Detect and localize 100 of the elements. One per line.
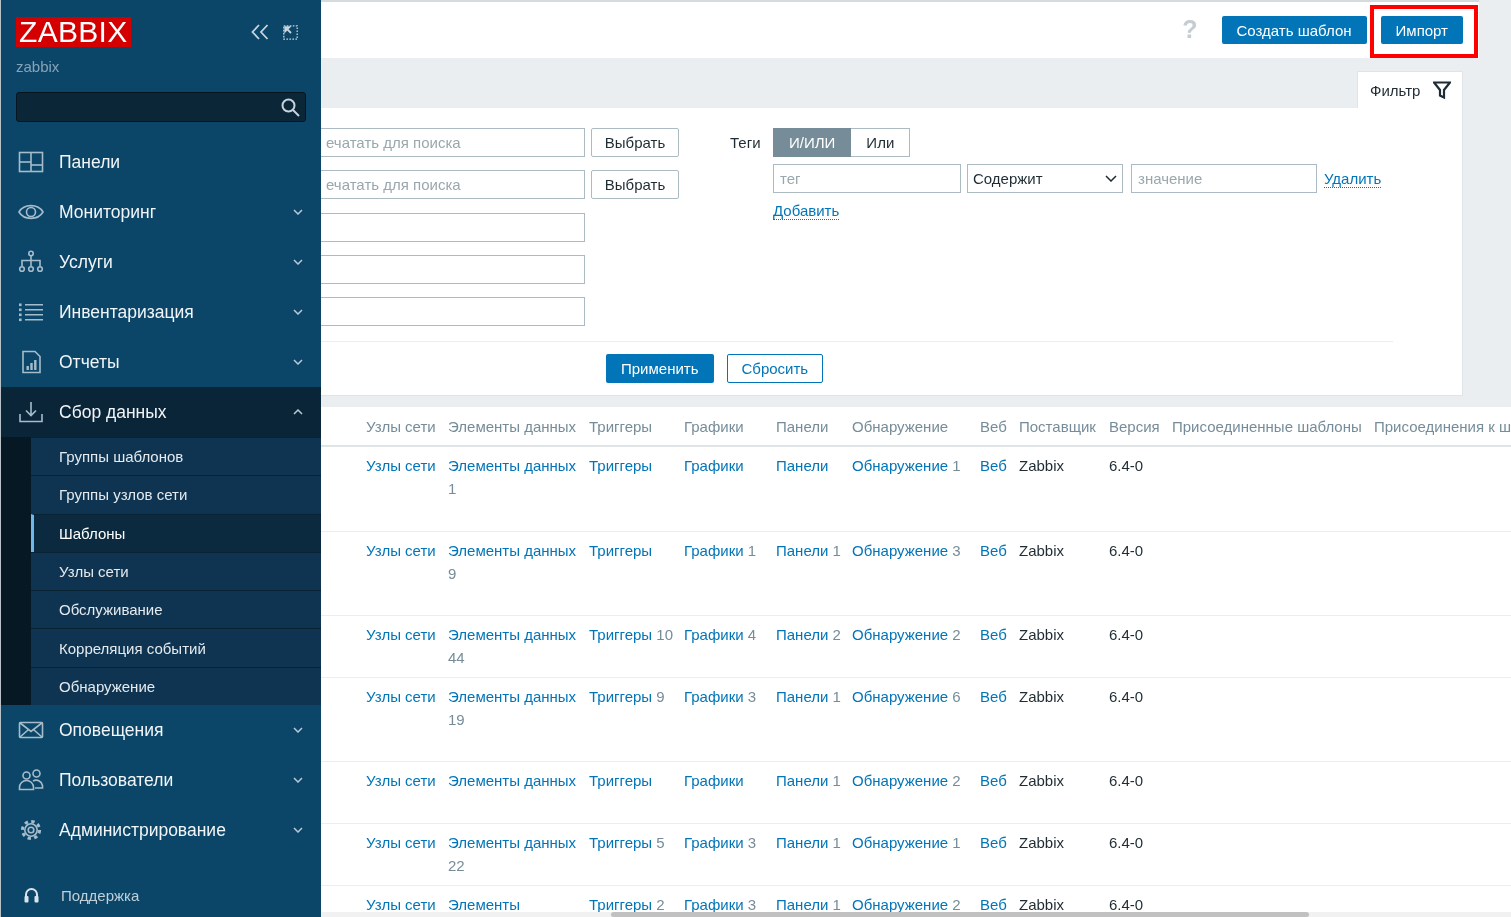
table-link[interactable]: Панели: [776, 687, 829, 705]
table-link[interactable]: Графики: [684, 457, 744, 474]
table-link[interactable]: Узлы сети: [366, 626, 436, 643]
table-link[interactable]: Графики: [684, 833, 744, 851]
input-field[interactable]: [321, 297, 585, 326]
menu-item[interactable]: Пользователи: [1, 755, 321, 806]
input-field[interactable]: [321, 212, 585, 242]
table-link[interactable]: Элементы данных: [448, 626, 577, 643]
table-link[interactable]: Веб: [980, 687, 1007, 705]
table-link[interactable]: Обнаружение: [852, 626, 949, 643]
table-link[interactable]: Графики: [684, 772, 744, 790]
table-link[interactable]: Веб: [980, 457, 1007, 474]
table-link[interactable]: Графики: [684, 895, 744, 913]
table-link[interactable]: Узлы сети: [366, 541, 436, 559]
apply-button[interactable]: Применить: [606, 354, 714, 383]
table-link[interactable]: Триггеры: [589, 895, 653, 913]
table-link[interactable]: Панели: [776, 626, 829, 643]
table-link[interactable]: Триггеры: [589, 833, 653, 851]
table-link[interactable]: Обнаружение: [852, 833, 949, 851]
chevron-down-icon: [293, 259, 303, 265]
table-link[interactable]: Элементы данных: [448, 687, 577, 705]
import-button[interactable]: Импорт: [1380, 16, 1463, 44]
table-link[interactable]: Веб: [980, 833, 1007, 851]
table-link[interactable]: Обнаружение: [852, 772, 949, 790]
chevron-up-icon: [293, 409, 303, 415]
table-link[interactable]: Панели: [776, 772, 829, 790]
table-link[interactable]: Элементы: [448, 895, 520, 913]
menu-item[interactable]: Сбор данных: [1, 387, 321, 437]
table-link[interactable]: Элементы данных: [448, 457, 577, 474]
tags-label: Теги: [730, 134, 761, 151]
value-input[interactable]: значение: [1131, 164, 1317, 193]
reset-button[interactable]: Сбросить: [726, 354, 824, 383]
submenu-item[interactable]: Корреляция событий: [31, 628, 321, 667]
item-count: 3: [747, 895, 757, 913]
table-link[interactable]: Узлы сети: [366, 833, 436, 851]
column-header: Присоединения к ш: [1374, 417, 1511, 435]
table-link[interactable]: Веб: [980, 626, 1007, 643]
menu-item[interactable]: Администрирование: [1, 805, 321, 856]
download-icon: [18, 400, 44, 424]
table-link[interactable]: Обнаружение: [852, 541, 949, 559]
item-count: 1: [747, 541, 757, 559]
table-link[interactable]: Узлы сети: [366, 457, 436, 474]
table-link[interactable]: Элементы данных: [448, 833, 577, 851]
submenu-item[interactable]: Шаблоны: [31, 513, 321, 552]
table-link[interactable]: Триггеры: [589, 687, 653, 705]
table-link[interactable]: Веб: [980, 895, 1007, 913]
table-link[interactable]: Элементы данных: [448, 541, 577, 559]
operator-dropdown[interactable]: Содержит: [967, 164, 1123, 193]
table-link[interactable]: Графики: [684, 541, 744, 559]
remove-link[interactable]: Удалить: [1324, 169, 1382, 188]
submenu-item[interactable]: Обнаружение: [31, 666, 321, 706]
expand-icon[interactable]: [283, 24, 298, 40]
table-link[interactable]: Триггеры: [589, 772, 653, 790]
table-link[interactable]: Обнаружение: [852, 895, 949, 913]
table-link[interactable]: Элементы данных: [448, 772, 577, 790]
menu-item[interactable]: Отчеты: [1, 337, 321, 387]
submenu-item[interactable]: Узлы сети: [31, 551, 321, 591]
scrollbar-thumb[interactable]: [611, 912, 1309, 917]
select-button[interactable]: Выбрать: [591, 170, 679, 200]
operator-toggle[interactable]: Или: [851, 128, 911, 157]
search-field[interactable]: [16, 92, 306, 122]
menu-item[interactable]: Инвентаризация: [1, 287, 321, 337]
input-field[interactable]: [321, 254, 585, 284]
table-link[interactable]: Веб: [980, 772, 1007, 790]
submenu-item[interactable]: Группы шаблонов: [31, 437, 321, 476]
support-link[interactable]: Поддержка: [1, 873, 321, 917]
search-input[interactable]: ечатать для поиска: [321, 128, 585, 157]
create-template-button[interactable]: Создать шаблон: [1221, 16, 1367, 44]
table-link[interactable]: Панели: [776, 457, 829, 474]
table-link[interactable]: Графики: [684, 626, 744, 643]
menu-item[interactable]: Панели: [1, 137, 321, 187]
tag-input[interactable]: тег: [773, 164, 961, 193]
submenu-item[interactable]: Группы узлов сети: [31, 475, 321, 514]
table-link[interactable]: Графики: [684, 687, 744, 705]
table-link[interactable]: Панели: [776, 895, 829, 913]
operator-toggle[interactable]: И/ИЛИ: [773, 128, 852, 157]
table-cell: Zabbix: [1019, 833, 1065, 851]
table-link[interactable]: Веб: [980, 541, 1007, 559]
submenu-item[interactable]: Обслуживание: [31, 590, 321, 629]
search-icon[interactable]: [281, 97, 300, 117]
menu-item[interactable]: Оповещения: [1, 705, 321, 756]
search-input[interactable]: ечатать для поиска: [321, 170, 585, 200]
table-link[interactable]: Узлы сети: [366, 772, 436, 790]
table-link[interactable]: Обнаружение: [852, 687, 949, 705]
table-link[interactable]: Триггеры: [589, 541, 653, 559]
table-link[interactable]: Триггеры: [589, 457, 653, 474]
table-link[interactable]: Триггеры: [589, 626, 653, 643]
table-link[interactable]: Панели: [776, 833, 829, 851]
table-link[interactable]: Обнаружение: [852, 457, 949, 474]
column-header: Поставщик: [1019, 417, 1096, 435]
filter-tab[interactable]: Фильтр: [1357, 71, 1463, 108]
table-link[interactable]: Панели: [776, 541, 829, 559]
table-link[interactable]: Узлы сети: [366, 895, 436, 913]
double-chevron-left-icon[interactable]: [251, 24, 269, 40]
menu-item[interactable]: Мониторинг: [1, 187, 321, 237]
table-link[interactable]: Узлы сети: [366, 687, 436, 705]
menu-item[interactable]: Услуги: [1, 237, 321, 287]
select-button[interactable]: Выбрать: [591, 128, 679, 157]
logo[interactable]: ZABBIX: [16, 17, 131, 47]
add-link[interactable]: Добавить: [773, 202, 840, 220]
